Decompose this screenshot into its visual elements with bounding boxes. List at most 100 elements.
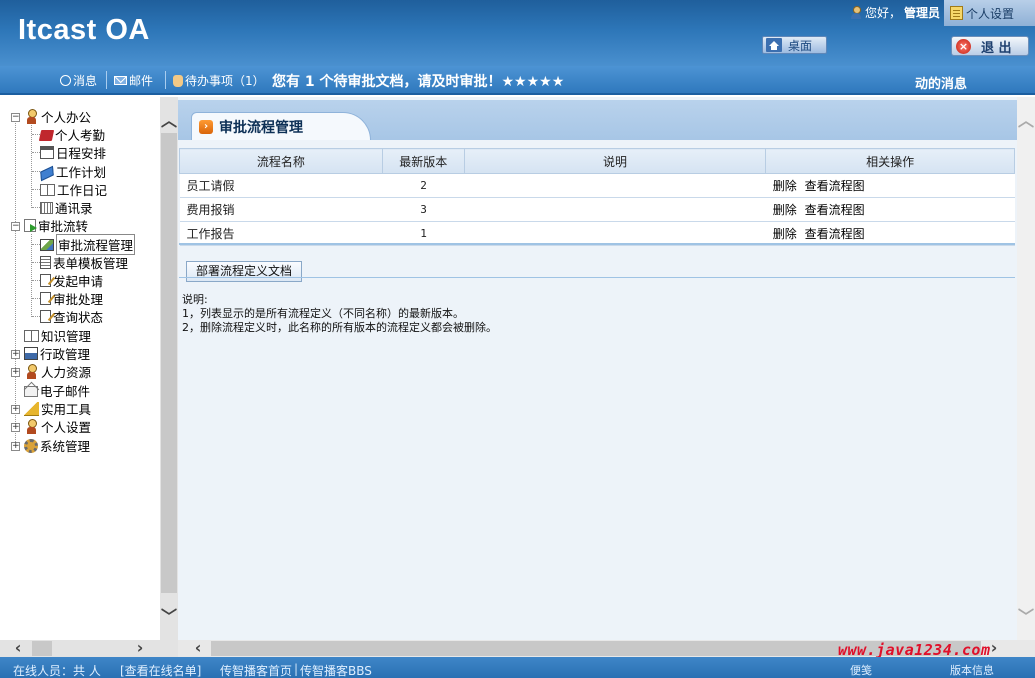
tree-item-approval-handling[interactable]: 审批处理 bbox=[40, 290, 103, 307]
messages-link[interactable]: 消息 bbox=[60, 72, 97, 89]
chevron-up-icon[interactable]: ︿ bbox=[1018, 113, 1034, 129]
tree-line bbox=[32, 152, 40, 153]
scrollbar-thumb[interactable] bbox=[161, 133, 177, 593]
row-actions: 删除 查看流程图 bbox=[765, 197, 1015, 222]
view-diagram-link[interactable]: 查看流程图 bbox=[805, 227, 865, 241]
delete-link[interactable]: 删除 bbox=[773, 203, 797, 217]
tree-item-personal-settings[interactable]: 个人设置 bbox=[24, 418, 91, 435]
tree-toggle-collapse[interactable]: − bbox=[11, 222, 20, 231]
process-description bbox=[464, 197, 766, 222]
tree-item-query-status[interactable]: 查询状态 bbox=[40, 308, 103, 325]
user-icon bbox=[850, 6, 862, 19]
nav-divider bbox=[165, 71, 166, 89]
tree-toggle-expand[interactable]: + bbox=[11, 350, 20, 359]
nav-tree: − 个人办公 个人考勤 日程安排 工作计划 工作日记 通讯录 − 审批流转 审批… bbox=[0, 97, 160, 640]
tree-toggle-expand[interactable]: + bbox=[11, 442, 20, 451]
desktop-label: 桌面 bbox=[788, 38, 813, 53]
process-description bbox=[464, 173, 766, 198]
tree-item-schedule[interactable]: 日程安排 bbox=[40, 144, 106, 161]
sidebar-horizontal-scrollbar[interactable]: ‹ › bbox=[0, 640, 160, 657]
column-header-version: 最新版本 bbox=[381, 148, 465, 174]
tree-item-process-management[interactable]: 审批流程管理 bbox=[40, 234, 136, 255]
tree-item-submit-request[interactable]: 发起申请 bbox=[40, 272, 103, 289]
instructions-title: 说明: bbox=[182, 293, 208, 306]
gear-icon bbox=[24, 438, 38, 453]
tree-item-label: 知识管理 bbox=[41, 329, 92, 344]
tree-toggle-expand[interactable]: + bbox=[11, 405, 20, 414]
chevron-left-icon[interactable]: ‹ bbox=[10, 640, 26, 656]
app-header: Itcast OA 您好， 管理员 个人设置 桌面 × 退 出 bbox=[0, 0, 1035, 66]
process-description bbox=[464, 221, 766, 246]
page-title-bar: › 审批流程管理 bbox=[178, 100, 1017, 140]
tree-item-form-templates[interactable]: 表单模板管理 bbox=[40, 254, 128, 271]
tree-item-attendance[interactable]: 个人考勤 bbox=[38, 126, 105, 143]
chevron-down-icon[interactable]: ﹀ bbox=[1018, 609, 1034, 625]
tree-line bbox=[32, 189, 40, 190]
tree-toggle-expand[interactable]: + bbox=[11, 423, 20, 432]
main-vertical-scrollbar[interactable]: ︿ ﹀ bbox=[1017, 97, 1035, 640]
version-info-link[interactable]: 版本信息 bbox=[950, 662, 994, 678]
document-icon bbox=[40, 256, 51, 269]
edit-icon bbox=[40, 274, 51, 287]
tree-item-label: 查询状态 bbox=[53, 310, 104, 325]
process-table: 流程名称 最新版本 说明 相关操作 员工请假 2 删除 查看流程图 费用报销 3 bbox=[179, 148, 1015, 246]
bbs-link[interactable]: 传智播客BBS bbox=[300, 662, 372, 678]
tree-toggle-collapse[interactable]: − bbox=[11, 113, 20, 122]
hand-icon bbox=[173, 74, 183, 87]
tree-line bbox=[31, 125, 32, 208]
delete-link[interactable]: 删除 bbox=[773, 227, 797, 241]
view-online-link[interactable]: [查看在线名单] bbox=[120, 662, 201, 678]
scrollbar-thumb[interactable] bbox=[32, 641, 52, 656]
logout-button[interactable]: × 退 出 bbox=[951, 36, 1029, 56]
tree-item-utilities[interactable]: 实用工具 bbox=[24, 400, 91, 417]
sidebar-vertical-scrollbar[interactable]: ︿ ﹀ bbox=[160, 97, 178, 640]
todo-label: 待办事项（1） bbox=[185, 74, 265, 88]
tree-item-system-management[interactable]: 系统管理 bbox=[24, 437, 90, 454]
address-book-icon bbox=[40, 201, 53, 214]
view-diagram-link[interactable]: 查看流程图 bbox=[805, 203, 865, 217]
app-logo: Itcast OA bbox=[18, 14, 150, 46]
tree-item-personal-office[interactable]: 个人办公 bbox=[24, 108, 91, 125]
tree-item-knowledge[interactable]: 知识管理 bbox=[24, 327, 91, 344]
tree-item-label: 表单模板管理 bbox=[53, 256, 129, 271]
notes-link[interactable]: 便笺 bbox=[850, 662, 872, 678]
mail-link[interactable]: 邮件 bbox=[114, 72, 153, 89]
table-row: 工作报告 1 删除 查看流程图 bbox=[179, 221, 1015, 246]
process-name: 员工请假 bbox=[179, 173, 383, 198]
sidebar: − 个人办公 个人考勤 日程安排 工作计划 工作日记 通讯录 − 审批流转 审批… bbox=[0, 97, 178, 640]
tree-item-label: 工作计划 bbox=[56, 165, 107, 180]
deploy-process-button[interactable]: 部署流程定义文档 bbox=[186, 261, 302, 282]
delete-link[interactable]: 删除 bbox=[773, 179, 797, 193]
view-diagram-link[interactable]: 查看流程图 bbox=[805, 179, 865, 193]
pending-approval-alert[interactable]: 您有 1 个待审批文档，请及时审批！★★★★★ bbox=[272, 71, 564, 91]
tree-item-email[interactable]: 电子邮件 bbox=[24, 382, 90, 399]
todo-link[interactable]: 待办事项（1） bbox=[173, 72, 265, 89]
flow-icon bbox=[24, 219, 37, 232]
chevron-right-icon[interactable]: › bbox=[132, 640, 148, 656]
tree-item-label: 日程安排 bbox=[56, 146, 107, 161]
book-icon bbox=[38, 130, 55, 141]
chevron-up-icon[interactable]: ︿ bbox=[161, 113, 177, 129]
person-icon bbox=[24, 364, 39, 379]
tree-toggle-expand[interactable]: + bbox=[11, 368, 20, 377]
main-content: › 审批流程管理 流程名称 最新版本 说明 相关操作 员工请假 2 删除 查看流… bbox=[178, 97, 1017, 640]
status-bar: 在线人员：共 人 [查看在线名单] 传智播客首页 | 传智播客BBS 便笺 版本… bbox=[0, 657, 1035, 678]
tree-item-label: 审批流程管理 bbox=[56, 234, 136, 255]
tree-item-contacts[interactable]: 通讯录 bbox=[40, 199, 93, 216]
tree-line bbox=[32, 316, 40, 317]
tree-item-human-resources[interactable]: 人力资源 bbox=[24, 363, 91, 380]
personal-settings-link[interactable]: 个人设置 bbox=[944, 0, 1035, 26]
process-version: 1 bbox=[382, 221, 465, 246]
chevron-down-icon[interactable]: ﹀ bbox=[161, 609, 177, 625]
tree-item-work-diary[interactable]: 工作日记 bbox=[40, 181, 107, 198]
admin-icon bbox=[24, 347, 38, 360]
scrollbar-corner bbox=[1017, 640, 1035, 657]
chevron-left-icon[interactable]: ‹ bbox=[190, 640, 206, 656]
tree-item-administration[interactable]: 行政管理 bbox=[24, 345, 90, 362]
table-divider bbox=[179, 243, 1015, 245]
tree-item-work-plan[interactable]: 工作计划 bbox=[40, 163, 107, 181]
tree-line bbox=[32, 280, 40, 281]
desktop-button[interactable]: 桌面 bbox=[762, 36, 827, 54]
home-link[interactable]: 传智播客首页 bbox=[220, 662, 292, 678]
tree-item-approval-flow[interactable]: 审批流转 bbox=[24, 217, 88, 234]
